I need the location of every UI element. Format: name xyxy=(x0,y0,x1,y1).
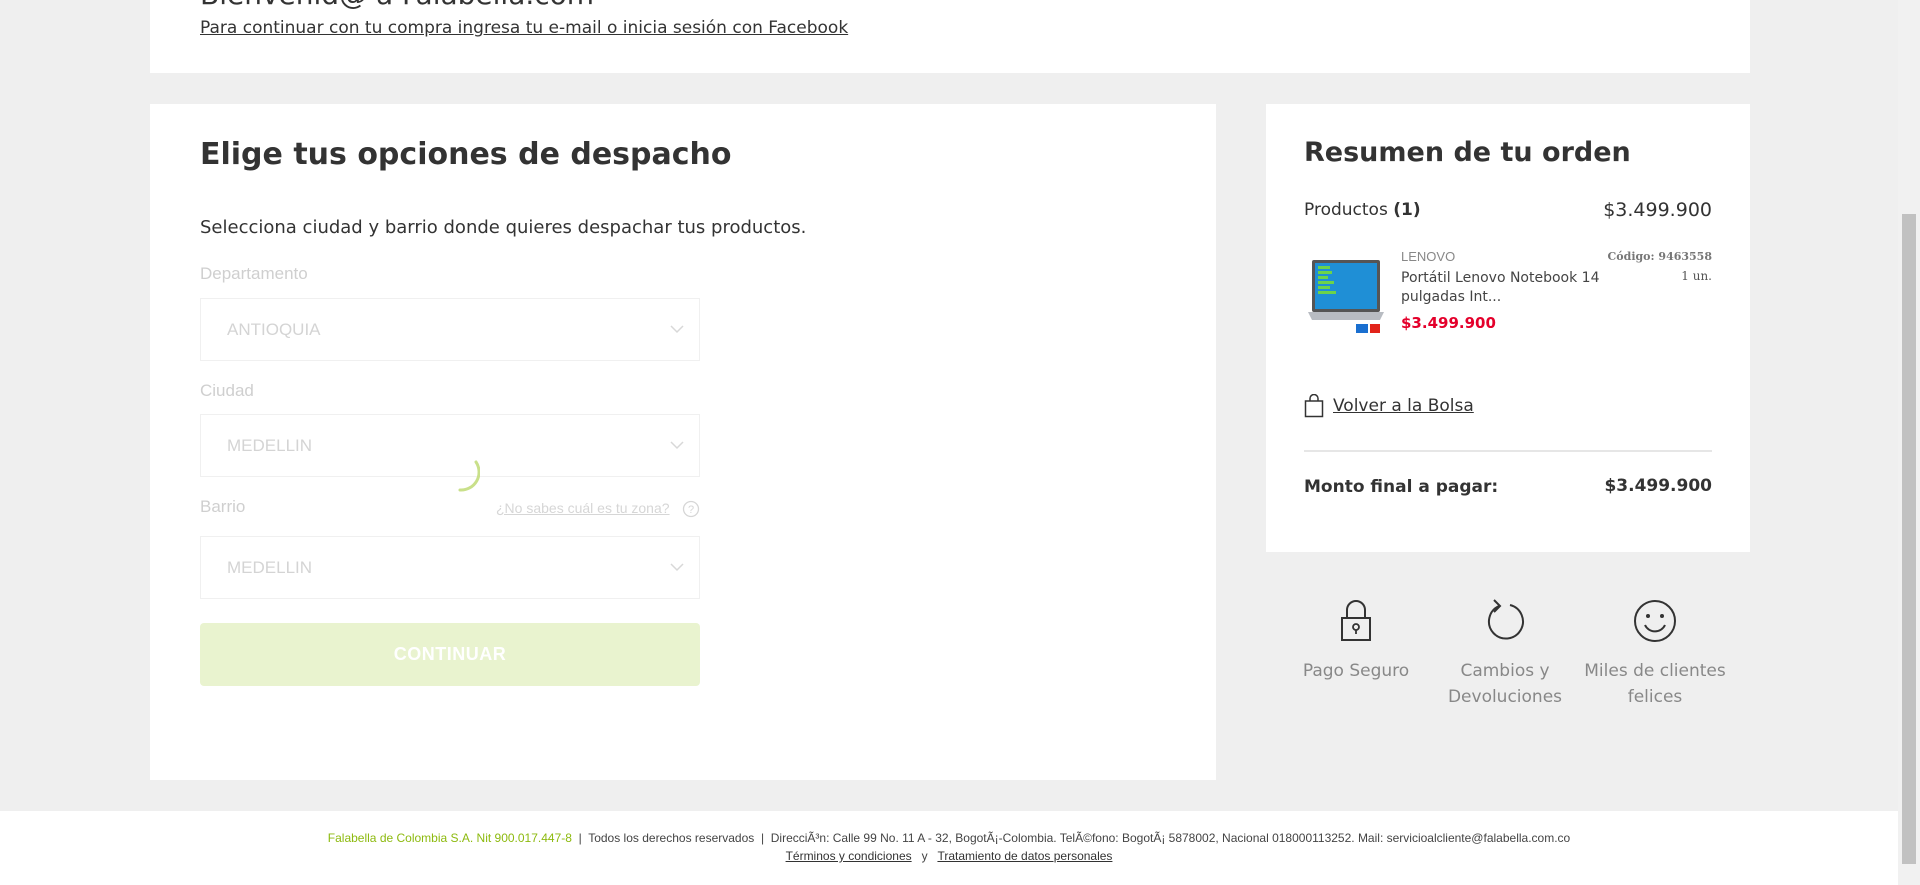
order-summary-card: Resumen de tu orden Productos (1) $3.499… xyxy=(1266,104,1750,552)
ciudad-value: MEDELLIN xyxy=(227,436,313,455)
footer-address: DirecciÃ³n: Calle 99 No. 11 A - 32, Bogo… xyxy=(770,831,1571,845)
trust-label: Pago Seguro xyxy=(1302,661,1410,681)
final-amount-label: Monto final a pagar: xyxy=(1304,477,1499,497)
footer-info: Falabella de Colombia S.A. Nit 900.017.4… xyxy=(327,831,1571,845)
final-amount-value: $3.499.900 xyxy=(1604,476,1712,496)
smile-icon xyxy=(1634,600,1676,642)
trust-label: Cambios y Devoluciones xyxy=(1447,661,1563,707)
summary-divider xyxy=(1304,450,1712,452)
barrio-label: Barrio xyxy=(200,497,246,516)
svg-text:?: ? xyxy=(688,504,694,516)
dispatch-card: Elige tus opciones de despacho Seleccion… xyxy=(150,104,1216,780)
trust-happy-clients: Miles de clientes felices xyxy=(1580,596,1730,710)
footer-company: Falabella de Colombia S.A. Nit 900.017.4… xyxy=(327,831,572,845)
back-to-bag-link[interactable]: Volver a la Bolsa xyxy=(1304,394,1474,418)
laptop-product-image xyxy=(1308,260,1384,333)
trust-label: Miles de clientes felices xyxy=(1584,661,1726,707)
help-icon[interactable]: ? xyxy=(682,500,700,518)
footer-links: Términos y condiciones y Tratamiento de … xyxy=(0,849,1898,863)
products-count: (1) xyxy=(1393,200,1421,220)
privacy-link[interactable]: Tratamiento de datos personales xyxy=(937,849,1112,863)
summary-title: Resumen de tu orden xyxy=(1304,137,1631,168)
lock-icon xyxy=(1341,600,1371,641)
departamento-label: Departamento xyxy=(200,264,308,283)
trust-returns: Cambios y Devoluciones xyxy=(1430,596,1580,710)
chevron-down-icon xyxy=(670,563,684,572)
loading-spinner-icon xyxy=(458,460,480,492)
product-price: $3.499.900 xyxy=(1401,314,1496,332)
footer-and: y xyxy=(921,849,928,863)
scrollbar-thumb[interactable] xyxy=(1902,214,1916,864)
products-label-text: Productos xyxy=(1304,200,1388,220)
zone-help-link[interactable]: ¿No sabes cuál es tu zona? xyxy=(496,500,670,516)
footer-rights: Todos los derechos reservados xyxy=(588,831,755,845)
product-name[interactable]: Portátil Lenovo Notebook 14 pulgadas Int… xyxy=(1401,269,1601,307)
terms-link[interactable]: Términos y condiciones xyxy=(786,849,912,863)
barrio-select[interactable]: MEDELLIN xyxy=(200,536,700,599)
shopping-bag-icon xyxy=(1304,394,1324,418)
product-brand: LENOVO xyxy=(1401,249,1456,264)
products-total: $3.499.900 xyxy=(1603,199,1712,221)
ciudad-label: Ciudad xyxy=(200,381,254,400)
page-scrollbar[interactable] xyxy=(1898,0,1920,885)
departamento-select[interactable]: ANTIOQUIA xyxy=(200,298,700,361)
continue-button[interactable]: CONTINUAR xyxy=(200,623,700,686)
dispatch-title: Elige tus opciones de despacho xyxy=(200,137,732,172)
dispatch-subtitle: Selecciona ciudad y barrio donde quieres… xyxy=(200,217,807,238)
back-to-bag-label[interactable]: Volver a la Bolsa xyxy=(1333,396,1474,416)
login-facebook-link[interactable]: Para continuar con tu compra ingresa tu … xyxy=(200,18,848,38)
products-label: Productos (1) xyxy=(1304,200,1421,220)
chevron-down-icon xyxy=(670,441,684,450)
trust-secure-payment: Pago Seguro xyxy=(1281,596,1431,684)
product-code: Código: 9463558 xyxy=(1607,250,1712,263)
welcome-title: Bienvenid@ a Falabella.com xyxy=(200,0,594,11)
refresh-icon xyxy=(1487,599,1524,640)
footer: Falabella de Colombia S.A. Nit 900.017.4… xyxy=(0,811,1898,885)
departamento-value: ANTIOQUIA xyxy=(227,320,321,339)
barrio-value: MEDELLIN xyxy=(227,558,313,577)
chevron-down-icon xyxy=(670,325,684,334)
login-card: Bienvenid@ a Falabella.com Para continua… xyxy=(150,0,1750,73)
product-quantity: 1 un. xyxy=(1681,269,1712,283)
